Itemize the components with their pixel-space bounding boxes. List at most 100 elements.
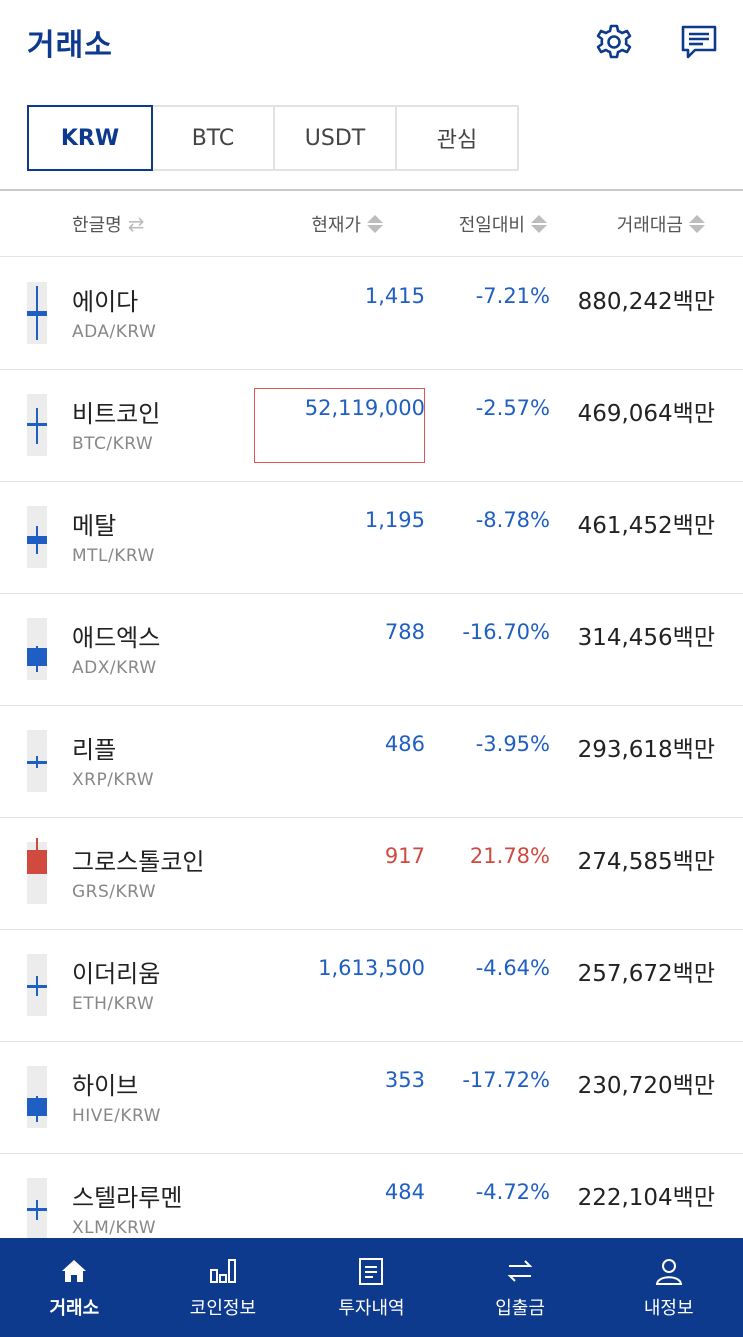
coin-change: -8.78% (475, 508, 550, 532)
nav-coin-info[interactable]: 코인정보 (149, 1238, 298, 1337)
user-icon (654, 1256, 684, 1286)
coin-list[interactable]: 에이다 ADA/KRW 1,415 -7.21% 880,242백만 비트코인 … (0, 258, 743, 1238)
coin-volume: 274,585백만 (577, 849, 715, 875)
candle-icon (27, 730, 47, 792)
coin-volume: 257,672백만 (577, 961, 715, 987)
column-name-label: 한글명 (72, 215, 122, 236)
coin-volume: 461,452백만 (577, 513, 715, 539)
message-button[interactable] (677, 20, 721, 64)
coin-row-hive[interactable]: 하이브 HIVE/KRW 353 -17.72% 230,720백만 (0, 1042, 743, 1154)
coin-row-mtl[interactable]: 메탈 MTL/KRW 1,195 -8.78% 461,452백만 (0, 482, 743, 594)
market-tabs: KRW BTC USDT 관심 (27, 105, 519, 171)
coin-price: 1,415 (364, 284, 425, 308)
coin-volume: 880,242백만 (577, 289, 715, 315)
nav-my-info[interactable]: 내정보 (594, 1238, 743, 1337)
column-volume-label: 거래대금 (616, 215, 683, 236)
coin-symbol: XLM/KRW (72, 1218, 157, 1238)
column-change-label: 전일대비 (458, 215, 525, 236)
coin-name: 메탈 (72, 512, 117, 540)
sort-change-button[interactable]: 전일대비 (459, 211, 547, 237)
coin-price: 1,195 (364, 508, 425, 532)
nav-label: 코인정보 (189, 1297, 257, 1319)
coin-volume: 230,720백만 (577, 1073, 715, 1099)
column-price-label: 현재가 (311, 215, 361, 236)
coin-row-xrp[interactable]: 리플 XRP/KRW 486 -3.95% 293,618백만 (0, 706, 743, 818)
swap-icon: ⇄ (127, 212, 145, 236)
candle-icon (27, 618, 47, 680)
coin-price: 1,613,500 (318, 956, 425, 980)
coin-symbol: BTC/KRW (72, 434, 154, 454)
nav-label: 거래소 (49, 1297, 100, 1319)
sort-icon (689, 215, 705, 233)
coin-row-grs[interactable]: 그로스톨코인 GRS/KRW 917 21.78% 274,585백만 (0, 818, 743, 930)
coin-name: 애드엑스 (72, 624, 161, 652)
candle-icon (27, 1178, 47, 1238)
candle-icon (27, 838, 47, 904)
coin-name: 에이다 (72, 288, 139, 316)
candle-icon (27, 954, 47, 1016)
coin-price: 788 (384, 620, 425, 644)
app-header: 거래소 (0, 0, 743, 90)
bottom-navigation: 거래소 코인정보 투자내역 입출금 내정보 (0, 1238, 743, 1337)
nav-label: 입출금 (495, 1297, 545, 1319)
coin-volume: 293,618백만 (577, 737, 715, 763)
coin-symbol: HIVE/KRW (72, 1106, 161, 1126)
document-icon (356, 1256, 386, 1286)
coin-row-btc[interactable]: 비트코인 BTC/KRW 52,119,000 -2.57% 469,064백만 (0, 370, 743, 482)
sort-icon (531, 215, 547, 233)
candle-icon (27, 282, 47, 344)
coin-name: 스텔라루멘 (72, 1184, 183, 1212)
tab-krw[interactable]: KRW (27, 105, 153, 171)
coin-row-ada[interactable]: 에이다 ADA/KRW 1,415 -7.21% 880,242백만 (0, 258, 743, 370)
coin-symbol: ETH/KRW (72, 994, 155, 1014)
coin-volume: 469,064백만 (577, 401, 715, 427)
sort-volume-button[interactable]: 거래대금 (617, 211, 705, 237)
coin-row-xlm[interactable]: 스텔라루멘 XLM/KRW 484 -4.72% 222,104백만 (0, 1154, 743, 1238)
coin-row-eth[interactable]: 이더리움 ETH/KRW 1,613,500 -4.64% 257,672백만 (0, 930, 743, 1042)
tab-usdt[interactable]: USDT (273, 105, 397, 171)
coin-symbol: GRS/KRW (72, 882, 157, 902)
settings-button[interactable] (592, 20, 636, 64)
chat-icon (681, 25, 717, 59)
home-icon (59, 1256, 89, 1286)
candle-icon (27, 394, 47, 456)
nav-deposit-withdraw[interactable]: 입출금 (446, 1238, 595, 1337)
coin-price: 484 (384, 1180, 425, 1204)
coin-change: -4.64% (475, 956, 550, 980)
coin-change: -7.21% (475, 284, 550, 308)
tab-btc[interactable]: BTC (151, 105, 275, 171)
coin-volume: 314,456백만 (577, 625, 715, 651)
page-title: 거래소 (27, 28, 113, 63)
nav-exchange[interactable]: 거래소 (0, 1238, 149, 1337)
nav-label: 내정보 (643, 1297, 694, 1319)
coin-row-adx[interactable]: 애드엑스 ADX/KRW 788 -16.70% 314,456백만 (0, 594, 743, 706)
coin-symbol: ADA/KRW (72, 322, 157, 342)
coin-name: 그로스톨코인 (72, 848, 205, 876)
transfer-icon (505, 1256, 535, 1286)
coin-name: 리플 (72, 736, 117, 764)
coin-volume: 222,104백만 (577, 1185, 715, 1211)
tab-favorites[interactable]: 관심 (395, 105, 519, 171)
sort-icon (367, 215, 383, 233)
coin-change: -2.57% (475, 396, 550, 420)
coin-change: -16.70% (462, 620, 550, 644)
coin-change: -17.72% (462, 1068, 550, 1092)
sort-price-button[interactable]: 현재가 (311, 211, 383, 237)
bar-chart-icon (208, 1256, 238, 1286)
candle-icon (27, 506, 47, 568)
coin-price: 353 (384, 1068, 425, 1092)
coin-name: 이더리움 (72, 960, 161, 988)
candle-icon (27, 1066, 47, 1128)
coin-symbol: MTL/KRW (72, 546, 155, 566)
nav-investment-history[interactable]: 투자내역 (297, 1238, 446, 1337)
coin-symbol: ADX/KRW (72, 658, 157, 678)
coin-change: 21.78% (469, 844, 550, 868)
coin-name: 하이브 (72, 1072, 139, 1100)
sort-name-button[interactable]: 한글명 ⇄ (72, 211, 144, 237)
coin-price: 52,119,000 (304, 396, 425, 420)
coin-change: -4.72% (475, 1180, 550, 1204)
nav-label: 투자내역 (338, 1297, 405, 1319)
column-header: 한글명 ⇄ 현재가 전일대비 거래대금 (0, 191, 743, 257)
coin-price: 486 (384, 732, 425, 756)
coin-name: 비트코인 (72, 400, 161, 428)
